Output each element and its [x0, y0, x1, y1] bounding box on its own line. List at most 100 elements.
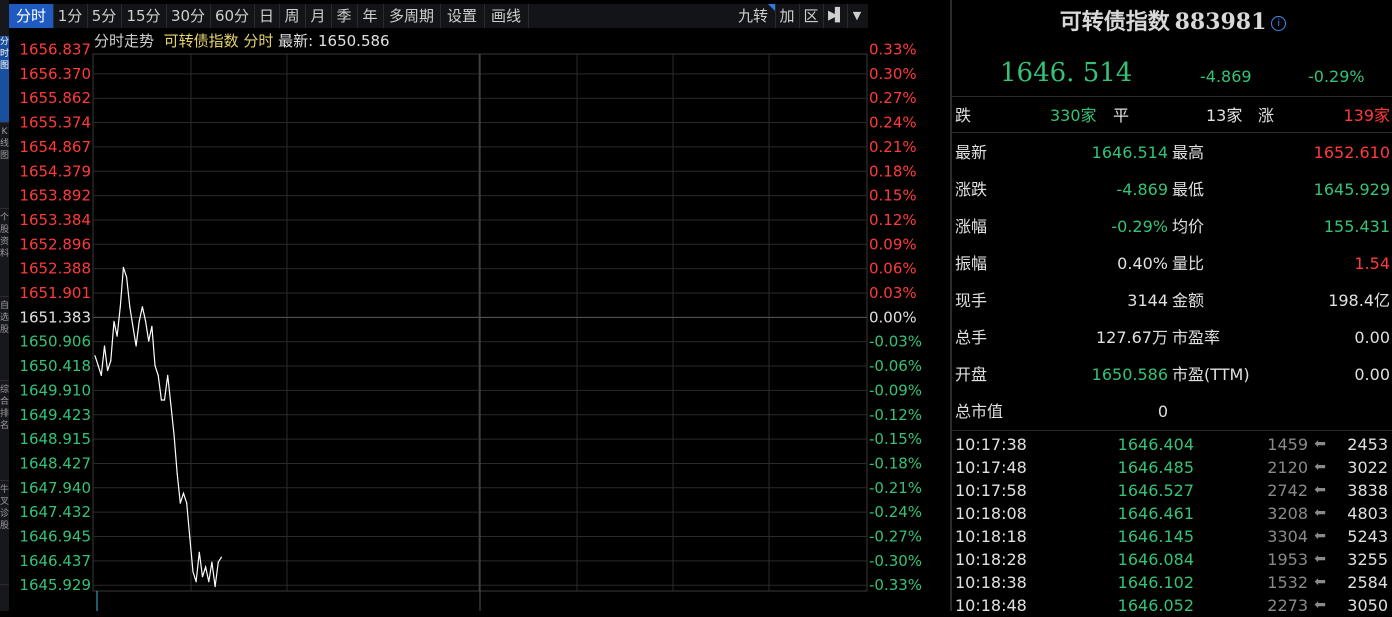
chart-header-label: 分时走势	[94, 32, 155, 50]
y-tick-label-right: -0.27%	[869, 528, 922, 546]
stat-row: 涨跌 -4.869 最低 1645.929	[952, 175, 1392, 205]
tick-volume: 2273	[1267, 596, 1308, 615]
price-point	[148, 340, 150, 342]
y-tick-label-left: 1651.901	[19, 284, 91, 302]
toolbar-right-button-2[interactable]: 区	[799, 4, 824, 28]
period-button-6[interactable]: 日	[254, 4, 280, 28]
stat-row: 振幅 0.40% 量比 1.54	[952, 249, 1392, 279]
price-point	[100, 374, 102, 376]
tick-total: 3022	[1347, 458, 1388, 477]
period-button-1[interactable]: 1分	[53, 4, 88, 28]
y-tick-label-right: -0.06%	[869, 357, 922, 375]
y-tick-label-right: -0.12%	[869, 406, 922, 424]
price-point	[192, 571, 194, 573]
side-tab-1[interactable]: K线图	[0, 126, 9, 209]
quote-price-row: 1646. 514 -4.869 -0.29%	[952, 58, 1392, 94]
price-point	[220, 556, 222, 558]
tick-price: 1646.485	[1117, 458, 1194, 477]
quote-title-row: 可转债指数 883981 i	[952, 4, 1392, 36]
sell-arrow-icon: ⬅	[1314, 574, 1326, 590]
period-button-13[interactable]: 画线	[484, 4, 529, 28]
period-toolbar: 分时 1分 5分 15分 30分 60分日周月季年多周期 设置 画线 九转加区 ▶▌ ▼	[9, 4, 868, 28]
stat-label: 开盘	[955, 365, 988, 384]
y-tick-label-left: 1653.892	[19, 187, 91, 205]
stat-value: 0.40%	[1117, 254, 1168, 273]
stat-value: 127.67万	[1096, 328, 1168, 347]
stat-value: 0.00	[1354, 328, 1390, 347]
period-button-8[interactable]: 月	[305, 4, 332, 28]
exit-arrow-icon[interactable]: ▶▌	[823, 4, 848, 28]
price-point	[122, 266, 124, 268]
y-tick-label-right: -0.09%	[869, 381, 922, 399]
intraday-chart[interactable]: 1656.837 1656.370 1655.862 1655.374 1654.867…	[9, 28, 927, 611]
sell-arrow-icon: ⬅	[1314, 551, 1326, 567]
y-tick-label-right: -0.18%	[869, 454, 922, 472]
stat-row: 总手 127.67万 市盈率 0.00	[952, 323, 1392, 353]
y-tick-label-right: 0.15%	[869, 187, 917, 205]
corner-marker-icon	[768, 4, 775, 11]
stat-label: 涨幅	[955, 217, 988, 236]
tick-time: 10:18:28	[955, 550, 1027, 569]
toolbar-right-button-1[interactable]: 加	[775, 4, 800, 28]
info-icon[interactable]: i	[1271, 16, 1287, 31]
tick-time: 10:17:58	[955, 481, 1027, 500]
tick-row: 10:18:08 1646.461 3208 ⬅ 4803	[952, 502, 1392, 525]
tick-row: 10:17:48 1646.485 2120 ⬅ 3022	[952, 456, 1392, 479]
divider	[952, 96, 1392, 97]
period-button-2[interactable]: 5分	[87, 4, 122, 28]
side-tab-4[interactable]: 综合排名	[0, 384, 9, 481]
y-tick-label-left: 1647.940	[19, 479, 91, 497]
side-tab-2[interactable]: 个股资料	[0, 212, 9, 297]
y-tick-label-right: 0.00%	[869, 308, 917, 326]
period-button-0[interactable]: 分时	[9, 4, 54, 28]
period-button-7[interactable]: 周	[279, 4, 306, 28]
tick-price: 1646.527	[1117, 481, 1194, 500]
stat-value: 3144	[1127, 291, 1168, 310]
period-button-11[interactable]: 多周期	[383, 4, 441, 28]
stat-label: 振幅	[955, 254, 988, 273]
period-button-12[interactable]: 设置	[440, 4, 485, 28]
side-tab-0[interactable]: 分时图	[0, 36, 9, 123]
tick-total: 5243	[1347, 527, 1388, 546]
y-tick-label-left: 1651.383	[19, 308, 91, 326]
price-point	[135, 345, 137, 347]
price-point	[116, 335, 118, 337]
stat-value: 0	[1157, 402, 1168, 421]
y-tick-label-right: 0.30%	[869, 65, 917, 83]
breadth-flat-label: 平	[1113, 106, 1130, 125]
y-tick-label-left: 1650.906	[19, 333, 91, 351]
toolbar-right-button-0[interactable]: 九转	[731, 4, 776, 28]
stat-value: 1650.586	[1091, 365, 1168, 384]
price-point	[167, 374, 169, 376]
price-point	[119, 306, 121, 308]
side-tab-5[interactable]: 牛叉诊股	[0, 484, 9, 585]
period-button-3[interactable]: 15分	[121, 4, 167, 28]
tick-price: 1646.145	[1117, 527, 1194, 546]
tick-total: 4803	[1347, 504, 1388, 523]
chevron-down-icon[interactable]: ▼	[847, 4, 867, 28]
y-tick-label-left: 1649.423	[19, 406, 91, 424]
tick-total: 3050	[1347, 596, 1388, 615]
stat-label: 总市值	[955, 402, 1004, 421]
price-point	[205, 566, 207, 568]
y-tick-label-left: 1655.374	[19, 114, 91, 132]
price-point	[129, 306, 131, 308]
y-tick-label-left: 1652.896	[19, 235, 91, 253]
tick-price: 1646.404	[1117, 435, 1194, 454]
price-point	[195, 581, 197, 583]
period-button-10[interactable]: 年	[357, 4, 384, 28]
side-tab-3[interactable]: 自选股	[0, 300, 9, 381]
sell-arrow-icon: ⬅	[1314, 505, 1326, 521]
y-tick-label-right: -0.21%	[869, 479, 922, 497]
quote-change-pct: -0.29%	[1308, 67, 1365, 86]
price-point	[151, 325, 153, 327]
price-point	[107, 369, 109, 372]
price-point	[141, 306, 143, 308]
period-button-4[interactable]: 30分	[166, 4, 211, 28]
price-point	[132, 325, 134, 327]
period-button-9[interactable]: 季	[331, 4, 358, 28]
stat-value: 1646.514	[1091, 143, 1168, 162]
price-point	[198, 551, 200, 553]
period-button-5[interactable]: 60分	[210, 4, 255, 28]
tick-volume: 1953	[1267, 550, 1308, 569]
